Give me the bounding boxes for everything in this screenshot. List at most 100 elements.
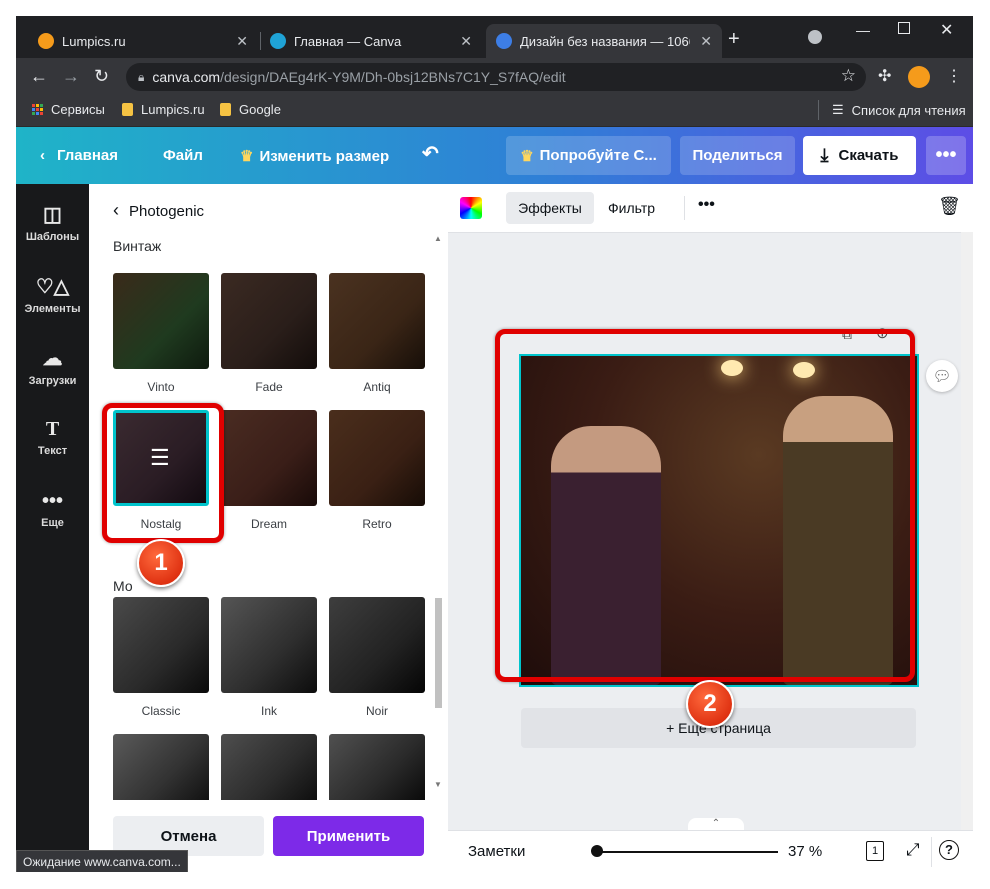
filter-thumb-ink[interactable] xyxy=(221,597,317,693)
tab-lumpics[interactable]: Lumpics.ru ✕ xyxy=(28,24,258,58)
resize-button[interactable]: ♛ Изменить размер xyxy=(240,147,389,165)
filter-thumb-vinto[interactable] xyxy=(113,273,209,369)
filter-label: Retro xyxy=(362,517,392,531)
download-button[interactable]: ⤓ Скачать xyxy=(803,136,916,175)
more-options-icon[interactable]: ••• xyxy=(698,196,715,214)
filter-label: Dream xyxy=(250,517,287,531)
filter-label: Vinto xyxy=(147,380,175,394)
try-label: Попробуйте C... xyxy=(539,147,657,164)
rail-more[interactable]: ••• Еще xyxy=(16,490,89,529)
canva-header: ‹ Главная Файл ♛ Изменить размер ↶ ♛ Попроб… xyxy=(16,127,973,184)
rail-text[interactable]: T Текст xyxy=(16,418,89,457)
tab-title: Lumpics.ru xyxy=(62,33,126,49)
zoom-level[interactable]: 37 % xyxy=(788,843,822,860)
canvas-scrollbar[interactable] xyxy=(961,232,973,830)
apply-button[interactable]: Применить xyxy=(273,816,424,856)
scroll-down-icon[interactable]: ▼ xyxy=(434,780,442,789)
filter-label: Classic xyxy=(141,704,181,718)
filter-label: Ink xyxy=(260,704,277,718)
bookmarks-bar: Сервисы Lumpics.ru Google ☰ Список для ч… xyxy=(16,96,973,127)
bookmark-services[interactable]: Сервисы xyxy=(32,102,105,117)
minimize-icon[interactable]: — xyxy=(856,22,870,38)
upload-cloud-icon: ☁ xyxy=(42,348,63,370)
try-pro-button[interactable]: ♛ Попробуйте C... xyxy=(506,136,671,175)
canva-favicon-icon xyxy=(270,33,286,49)
color-picker-icon[interactable] xyxy=(460,197,482,219)
scroll-up-icon[interactable]: ▲ xyxy=(434,234,442,243)
reload-icon[interactable]: ↻ xyxy=(94,66,109,87)
help-icon[interactable]: ? xyxy=(939,840,959,860)
rail-uploads[interactable]: ☁ Загрузки xyxy=(16,346,89,387)
file-menu[interactable]: Файл xyxy=(163,147,203,164)
zoom-slider-track[interactable] xyxy=(598,851,778,853)
canva-favicon-icon xyxy=(496,33,512,49)
notes-button[interactable]: Заметки xyxy=(468,843,525,860)
rail-label: Шаблоны xyxy=(25,231,80,243)
effects-button[interactable]: Эффекты xyxy=(506,192,594,224)
bookmark-label: Lumpics.ru xyxy=(141,102,205,117)
close-tab-icon[interactable]: ✕ xyxy=(236,33,248,50)
forward-icon[interactable]: → xyxy=(62,66,80,87)
toolbar-divider xyxy=(684,196,685,220)
profile-avatar[interactable] xyxy=(908,66,930,88)
rail-label: Элементы xyxy=(24,303,81,315)
new-tab-icon[interactable]: + xyxy=(728,28,740,51)
url-bar[interactable]: 🔒︎ canva.com /design/DAEg4rK-Y9M/Dh-0bsj… xyxy=(126,63,866,91)
editor-toolbar: Эффекты Фильтр ••• 🗑︎ xyxy=(448,184,973,233)
trash-icon[interactable]: 🗑︎ xyxy=(938,196,961,217)
tab-title: Дизайн без названия — 1066 xyxy=(520,33,690,49)
bookmark-google[interactable]: Google xyxy=(220,102,281,117)
fullscreen-icon[interactable]: ⤢ xyxy=(906,840,920,860)
rail-label: Текст xyxy=(37,445,68,457)
tab-canva-home[interactable]: Главная — Canva ✕ xyxy=(262,24,482,58)
filter-thumb-retro[interactable] xyxy=(329,410,425,506)
filter-thumb[interactable] xyxy=(221,734,317,800)
reading-list-label: Список для чтения xyxy=(851,102,966,118)
undo-icon[interactable]: ↶ xyxy=(422,141,439,166)
tab-search-icon[interactable] xyxy=(808,30,822,44)
footer-divider xyxy=(931,837,932,867)
folder-icon xyxy=(220,103,231,116)
lock-icon: 🔒︎ xyxy=(138,69,145,84)
rail-templates[interactable]: ◫ Шаблоны xyxy=(16,202,89,243)
close-tab-icon[interactable]: ✕ xyxy=(700,33,712,50)
star-icon[interactable]: ☆ xyxy=(841,66,856,86)
filter-button[interactable]: Фильтр xyxy=(608,200,655,216)
back-icon[interactable]: ← xyxy=(30,66,48,87)
filter-thumb-noir[interactable] xyxy=(329,597,425,693)
rail-label: Еще xyxy=(41,517,64,529)
annotation-badge-1: 1 xyxy=(137,539,185,587)
rail-elements[interactable]: ♡△ Элементы xyxy=(16,274,89,315)
reading-list-icon: ☰ xyxy=(832,102,844,117)
tab-title: Главная — Canva xyxy=(294,33,402,49)
filter-thumb-classic[interactable] xyxy=(113,597,209,693)
close-tab-icon[interactable]: ✕ xyxy=(460,33,472,50)
extensions-icon[interactable]: ✣ xyxy=(878,66,891,86)
panel-back[interactable]: ‹ Photogenic xyxy=(113,200,204,221)
reading-list[interactable]: ☰ Список для чтения xyxy=(832,102,966,118)
filter-thumb-dream[interactable] xyxy=(221,410,317,506)
scroll-thumb[interactable] xyxy=(435,598,442,708)
bookmark-lumpics[interactable]: Lumpics.ru xyxy=(122,102,205,117)
panel-scrollbar[interactable]: ▲ ▼ xyxy=(432,234,444,794)
tab-canva-design[interactable]: Дизайн без названия — 1066 ✕ xyxy=(486,24,722,58)
comment-icon[interactable]: 💬︎ xyxy=(926,360,958,392)
zoom-slider-handle[interactable] xyxy=(591,845,603,857)
orange-favicon-icon xyxy=(38,33,54,49)
home-label: Главная xyxy=(57,147,119,164)
close-window-icon[interactable]: ✕ xyxy=(940,20,953,40)
filter-thumb-antiq[interactable] xyxy=(329,273,425,369)
home-link[interactable]: ‹ Главная xyxy=(40,147,118,164)
maximize-icon[interactable] xyxy=(898,22,910,34)
bookmark-divider xyxy=(818,100,819,120)
crown-icon: ♛ xyxy=(520,147,534,165)
filter-thumb-fade[interactable] xyxy=(221,273,317,369)
share-button[interactable]: Поделиться xyxy=(680,136,795,175)
filter-thumb[interactable] xyxy=(329,734,425,800)
page-count-icon[interactable]: 1 xyxy=(866,841,884,861)
menu-dots-icon[interactable]: ⋮ xyxy=(946,66,962,86)
apps-grid-icon xyxy=(32,104,43,115)
more-options-icon[interactable]: ••• xyxy=(926,136,966,175)
templates-icon: ◫ xyxy=(43,204,62,226)
filter-thumb[interactable] xyxy=(113,734,209,800)
